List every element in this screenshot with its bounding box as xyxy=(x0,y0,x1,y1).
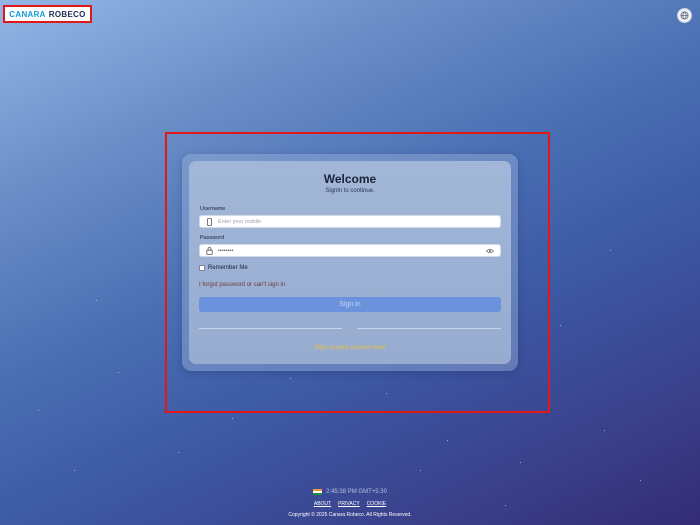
copyright-text: Copyright © 2025 Canara Robeco. All Righ… xyxy=(288,512,412,518)
brand-logo-part2: ROBECO xyxy=(48,9,86,19)
globe-icon xyxy=(680,11,689,20)
lock-icon xyxy=(202,246,216,255)
remember-me-label[interactable]: Remember Me xyxy=(208,265,248,271)
footer-link-cookie[interactable]: COOKIE xyxy=(367,501,386,507)
password-field-wrapper xyxy=(199,244,501,257)
current-time: 2:45:38 PM GMT+5:30 xyxy=(326,489,387,495)
password-input[interactable] xyxy=(216,245,483,256)
remember-me: Remember Me xyxy=(199,265,248,271)
signin-button[interactable]: Sign in xyxy=(199,297,501,312)
india-flag-icon xyxy=(313,489,323,495)
username-field-wrapper xyxy=(199,215,501,228)
footer-link-about[interactable]: ABOUT xyxy=(314,501,331,507)
login-title: Welcome xyxy=(323,172,377,186)
forgot-password-link[interactable]: I forgot password or can't sign in xyxy=(199,282,285,288)
language-button[interactable] xyxy=(677,8,692,23)
divider-left xyxy=(199,328,342,329)
password-label: Password xyxy=(200,235,225,241)
username-label: Username xyxy=(200,206,226,212)
login-card: Welcome Signin to continue. Username Pas… xyxy=(189,161,511,364)
signup-link[interactable]: Sign up your account now! xyxy=(189,345,511,351)
footer-time: 2:45:38 PM GMT+5:30 xyxy=(0,489,700,495)
remember-me-checkbox[interactable] xyxy=(199,265,205,271)
brand-logo[interactable]: CANARA ROBECO xyxy=(3,5,92,23)
login-subtitle: Signin to continue. xyxy=(325,188,375,194)
divider-right xyxy=(357,328,501,329)
eye-icon[interactable] xyxy=(483,248,497,254)
footer-links: ABOUT PRIVACY COOKIE xyxy=(0,501,700,507)
username-input[interactable] xyxy=(216,216,500,227)
footer-link-privacy[interactable]: PRIVACY xyxy=(338,501,360,507)
mobile-phone-icon xyxy=(202,217,216,226)
brand-logo-part1: CANARA xyxy=(9,9,46,19)
